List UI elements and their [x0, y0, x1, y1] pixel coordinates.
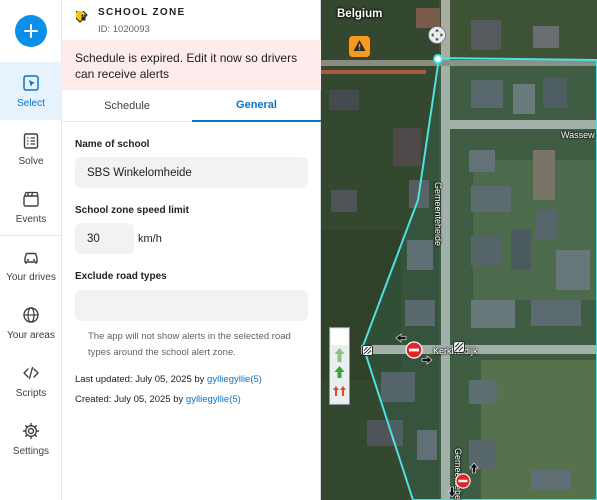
last-updated-text: Last updated: July 05, 2025 by	[75, 374, 208, 385]
nav-item-events[interactable]: Events	[0, 178, 62, 236]
code-icon	[23, 366, 39, 380]
tab-schedule[interactable]: Schedule	[62, 90, 192, 122]
speed-limit-label: School zone speed limit	[75, 205, 189, 216]
school-zone-icon	[76, 11, 88, 23]
speed-units: km/h	[138, 233, 162, 245]
clapperboard-icon	[23, 191, 39, 207]
segment-node-icon[interactable]	[362, 345, 373, 356]
nav-item-solve[interactable]: Solve	[0, 120, 62, 178]
map-country-label: Belgium	[337, 8, 383, 20]
exclude-road-types-label: Exclude road types	[75, 271, 167, 282]
updated-by-user-link[interactable]: gylliegyllie(5)	[207, 374, 262, 385]
checklist-icon	[23, 133, 39, 149]
nav-label-select: Select	[17, 98, 45, 109]
add-button[interactable]	[15, 15, 47, 47]
panel-tabs: Schedule General	[62, 90, 321, 122]
satellite-imagery	[321, 0, 597, 500]
schedule-expired-alert: Schedule is expired. Edit it now so driv…	[62, 40, 321, 90]
alert-text: Schedule is expired. Edit it now so driv…	[75, 51, 298, 81]
lane-arrows-icon	[331, 329, 348, 396]
car-icon	[24, 252, 38, 264]
nav-label-solve: Solve	[18, 156, 44, 167]
gear-icon	[22, 422, 40, 440]
globe-icon	[23, 307, 39, 323]
nav-label-scripts: Scripts	[15, 388, 47, 399]
zone-id: ID: 1020093	[98, 24, 150, 35]
no-entry-icon-2[interactable]	[455, 473, 471, 489]
street-label-wassew: Wassew	[561, 130, 595, 140]
created-by-user-link[interactable]: gylliegyllie(5)	[186, 394, 241, 405]
street-label-gemeenteheide: Gemeenteheide	[433, 182, 443, 247]
nav-item-your-drives[interactable]: Your drives	[0, 236, 62, 294]
nav-label-events: Events	[15, 214, 47, 225]
direction-arrow-down-icon	[447, 486, 457, 498]
nav-item-your-areas[interactable]: Your areas	[0, 294, 62, 352]
tab-general[interactable]: General	[192, 90, 321, 122]
school-name-input[interactable]: SBS Winkelomheide	[75, 157, 308, 188]
select-icon	[23, 75, 39, 91]
nav-label-your-drives: Your drives	[6, 272, 56, 283]
school-name-label: Name of school	[75, 139, 150, 150]
move-handle-icon[interactable]	[428, 26, 446, 44]
school-zone-panel: SCHOOL ZONE ID: 1020093 Schedule is expi…	[62, 0, 321, 500]
segment-node-icon-2[interactable]	[453, 341, 465, 353]
direction-arrow-right-icon	[421, 355, 433, 365]
plus-icon	[24, 24, 38, 38]
panel-header: SCHOOL ZONE ID: 1020093	[62, 0, 321, 40]
last-updated-line: Last updated: July 05, 2025 by gylliegyl…	[75, 374, 262, 385]
nav-item-settings[interactable]: Settings	[0, 410, 62, 468]
exclude-hint: The app will not show alerts in the sele…	[88, 331, 291, 358]
nav-item-scripts[interactable]: Scripts	[0, 352, 62, 410]
map-canvas[interactable]: Belgium Wassew Gemeenteheide Kerkhofdijk…	[321, 0, 597, 500]
nav-item-select[interactable]: Select	[0, 62, 62, 120]
created-text: Created: July 05, 2025 by	[75, 394, 186, 405]
nav-label-your-areas: Your areas	[7, 330, 55, 341]
panel-title: SCHOOL ZONE	[98, 7, 186, 18]
created-line: Created: July 05, 2025 by gylliegyllie(5…	[75, 394, 241, 405]
direction-arrow-left-icon	[395, 333, 407, 343]
exclude-road-types-select[interactable]	[75, 290, 308, 321]
lane-guidance-panel[interactable]	[329, 327, 350, 405]
nav-rail: Select Solve Events Your drives Your are…	[0, 0, 62, 500]
speed-limit-input[interactable]: 30	[75, 223, 134, 254]
direction-arrow-up-icon	[469, 462, 479, 474]
nav-label-settings: Settings	[12, 446, 50, 457]
warning-icon[interactable]	[348, 35, 371, 58]
